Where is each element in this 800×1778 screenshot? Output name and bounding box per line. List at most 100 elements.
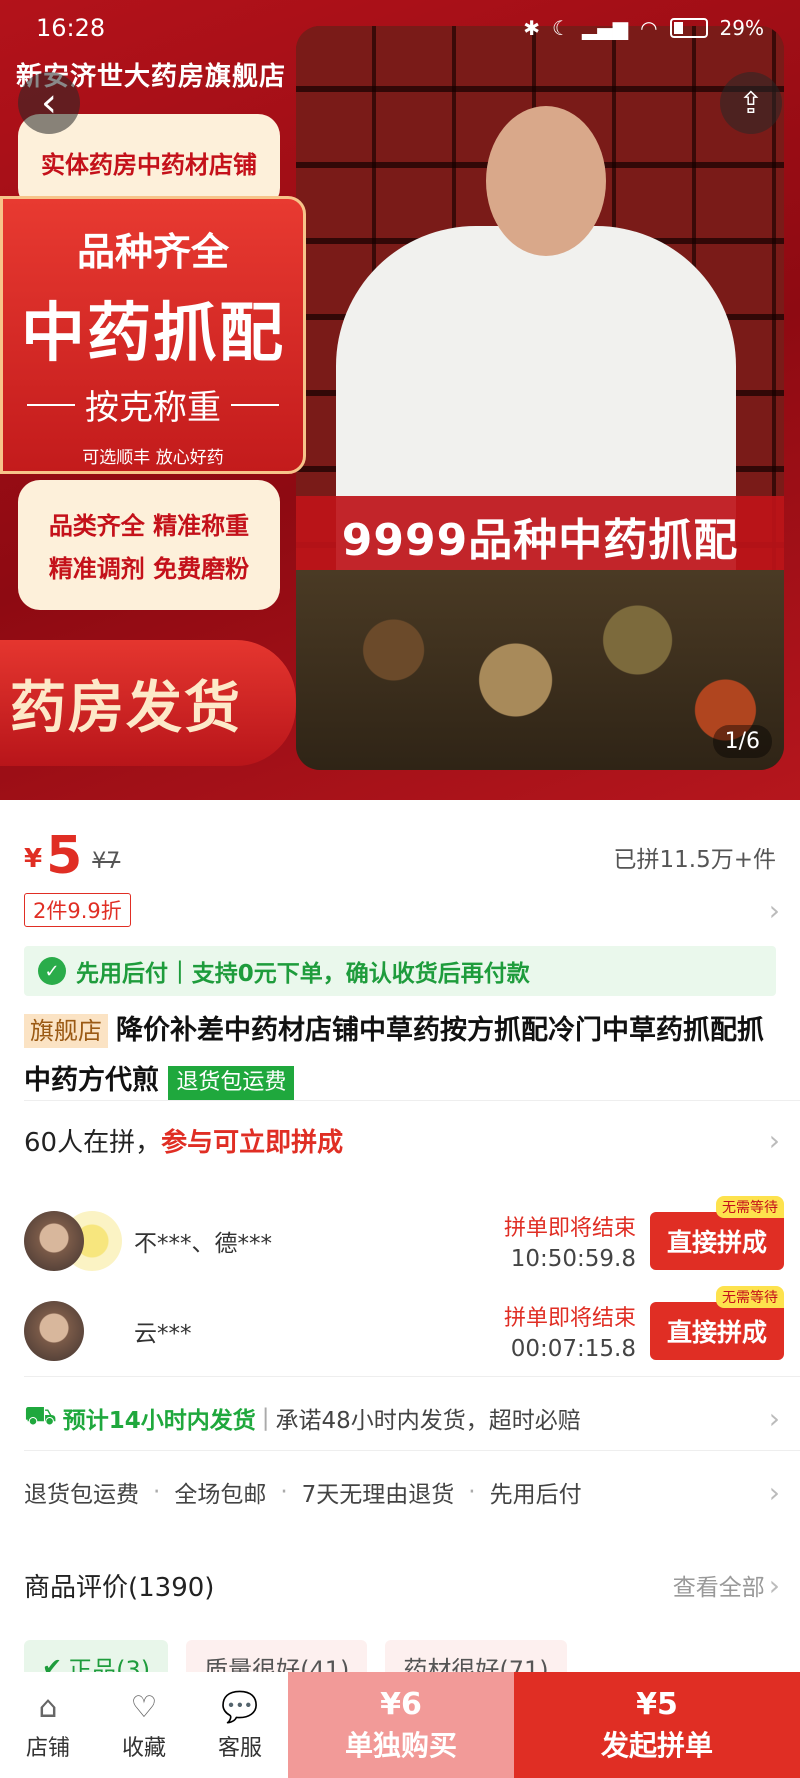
product-info: ¥ 5 ¥7 已拼11.5万+件 2件9.9折 › ✓ 先用后付 | 支持0元下… [0, 800, 800, 1540]
heart-icon: ♡ [130, 1689, 158, 1725]
hero-ship-banner: 药房发货 [0, 640, 296, 766]
discount-tag: 2件9.9折 [24, 893, 131, 927]
dot-separator: · [280, 1479, 288, 1505]
signal-icon: ▂▄▆ [581, 16, 629, 40]
hero-promo-card: 品种齐全 中药抓配 按克称重 可选顺丰 放心好药 [0, 196, 306, 474]
store-icon: ⌂ [38, 1689, 58, 1725]
shipping-separator: | [261, 1405, 270, 1431]
pay-later-icon: ✓ [38, 957, 66, 985]
member-names: 不***、德*** [134, 1231, 272, 1257]
start-group-button[interactable]: ¥5 发起拼单 [514, 1672, 800, 1778]
countdown: 拼单即将结束 10:50:59.8 [504, 1210, 636, 1272]
promo-line3-text: 按克称重 [85, 388, 221, 428]
hero-tag-mid: 品类齐全 精准称重 精准调剂 免费磨粉 [18, 480, 280, 610]
group-price: ¥5 [636, 1686, 678, 1722]
countdown: 拼单即将结束 00:07:15.8 [504, 1300, 636, 1362]
flagship-badge: 旗舰店 [24, 1014, 108, 1048]
avatar [24, 1211, 84, 1271]
promo-line1: 品种齐全 [76, 230, 229, 274]
shipping-promise: 承诺48小时内发货，超时必赔 [275, 1408, 581, 1434]
original-price: ¥7 [92, 849, 121, 874]
chevron-right-icon: › [768, 1123, 780, 1157]
page-indicator: 1/6 [712, 725, 772, 758]
nav-service[interactable]: 💬 客服 [192, 1672, 288, 1778]
group-join-text: 参与可立即拼成 [161, 1127, 344, 1158]
dot-separator: · [153, 1479, 161, 1505]
view-all-reviews[interactable]: 查看全部 [673, 1568, 765, 1602]
bluetooth-icon: ✱ [523, 16, 540, 40]
pay-later-desc: 支持0元下单，确认收货后再付款 [191, 961, 530, 987]
dot-separator: · [468, 1479, 476, 1505]
pharmacist-head [486, 106, 606, 256]
countdown-time: 00:07:15.8 [510, 1336, 636, 1362]
product-title-text: 降价补差中药材店铺中草药按方抓配冷门中草药抓配抓中药方代煎 [24, 1015, 764, 1096]
back-button[interactable]: ‹ [18, 72, 80, 134]
herbs-tray [296, 570, 784, 770]
service-item: 全场包邮 [174, 1482, 267, 1508]
share-button[interactable]: ⇪ [720, 72, 782, 134]
photo-banner: 9999品种中药抓配 [296, 496, 784, 576]
product-image-carousel[interactable]: 16:28 ✱ ☾ ▂▄▆ ◠ 29% 新安济世大药房旗舰店 ‹ ⇪ 实体药房中… [0, 0, 800, 800]
nav-favorite[interactable]: ♡ 收藏 [96, 1672, 192, 1778]
countdown-label: 拼单即将结束 [503, 1306, 636, 1331]
no-wait-badge: 无需等待 [716, 1196, 784, 1218]
pay-later-banner[interactable]: ✓ 先用后付 | 支持0元下单，确认收货后再付款 [24, 946, 776, 996]
promo-line2: 中药抓配 [21, 297, 285, 371]
tag-mid-line2: 精准调剂 免费磨粉 [48, 555, 250, 583]
service-item: 先用后付 [489, 1482, 582, 1508]
nav-label: 店铺 [25, 1736, 70, 1761]
nav-store[interactable]: ⌂ 店铺 [0, 1672, 96, 1778]
chevron-right-icon: › [768, 893, 780, 927]
hero-photo: 9999品种中药抓配 1/6 [296, 26, 784, 770]
battery-percent: 29% [719, 16, 764, 40]
member-names: 云*** [134, 1321, 192, 1347]
chevron-right-icon: › [768, 1401, 780, 1435]
price-value: 5 [46, 826, 83, 886]
buy-single-button[interactable]: ¥6 单独购买 [288, 1672, 514, 1778]
reviews-title: 商品评价(1390) [24, 1572, 215, 1603]
service-item: 退货包运费 [24, 1482, 139, 1508]
wifi-icon: ◠ [640, 16, 658, 40]
group-row: 云*** 拼单即将结束 00:07:15.8 直接拼成 无需等待 [24, 1286, 784, 1372]
join-group-button[interactable]: 直接拼成 无需等待 [650, 1196, 784, 1270]
product-title: 旗舰店 降价补差中药材店铺中草药按方抓配冷门中草药抓配抓中药方代煎 退货包运费 [24, 1006, 776, 1106]
avatar [24, 1301, 84, 1361]
avatar-group [24, 1299, 124, 1363]
discount-row[interactable]: 2件9.9折 › [24, 892, 780, 928]
single-price: ¥6 [380, 1686, 422, 1722]
price-symbol: ¥ [24, 844, 43, 874]
pay-later-label: 先用后付 [76, 961, 168, 987]
shipping-row[interactable]: ⛟ 预计14小时内发货 | 承诺48小时内发货，超时必赔 › [24, 1390, 780, 1446]
promo-line4: 可选顺丰 放心好药 [82, 448, 224, 468]
nav-label: 客服 [217, 1736, 262, 1761]
reviews-section: 商品评价(1390) 查看全部 › ✔ 正品(3) 质量很好(41) 药材很好(… [0, 1540, 800, 1694]
chat-icon: 💬 [221, 1689, 259, 1725]
group-count: 60人在拼， [24, 1127, 162, 1158]
return-shipping-badge: 退货包运费 [168, 1066, 295, 1100]
countdown-label: 拼单即将结束 [503, 1216, 636, 1241]
sold-count: 已拼11.5万+件 [613, 847, 776, 873]
moon-icon: ☾ [552, 16, 570, 40]
no-wait-badge: 无需等待 [716, 1286, 784, 1308]
reviews-header[interactable]: 商品评价(1390) 查看全部 › [24, 1560, 780, 1610]
chevron-right-icon: › [768, 1475, 780, 1509]
avatar-group [24, 1209, 124, 1273]
tag-mid-line1: 品类齐全 精准称重 [48, 512, 250, 540]
service-item: 7天无理由退货 [301, 1482, 455, 1508]
status-bar: 16:28 ✱ ☾ ▂▄▆ ◠ 29% [0, 0, 800, 56]
share-icon: ⇪ [738, 85, 764, 121]
group-buy-header[interactable]: 60人在拼， 参与可立即拼成 › [24, 1112, 780, 1168]
truck-icon: ⛟ [24, 1401, 57, 1431]
status-time: 16:28 [36, 14, 106, 42]
chevron-right-icon: › [768, 1568, 780, 1602]
battery-icon [669, 18, 708, 38]
pay-later-separator: | [176, 958, 184, 984]
service-row[interactable]: 退货包运费 · 全场包邮 · 7天无理由退货 · 先用后付 › [24, 1464, 780, 1520]
price-row: ¥ 5 ¥7 已拼11.5万+件 [24, 822, 776, 882]
group-label: 发起拼单 [600, 1728, 713, 1762]
join-group-button[interactable]: 直接拼成 无需等待 [650, 1286, 784, 1360]
divider [24, 1100, 800, 1101]
divider [24, 1450, 800, 1451]
shipping-estimate: 预计14小时内发货 [62, 1408, 256, 1434]
nav-label: 收藏 [121, 1736, 166, 1761]
